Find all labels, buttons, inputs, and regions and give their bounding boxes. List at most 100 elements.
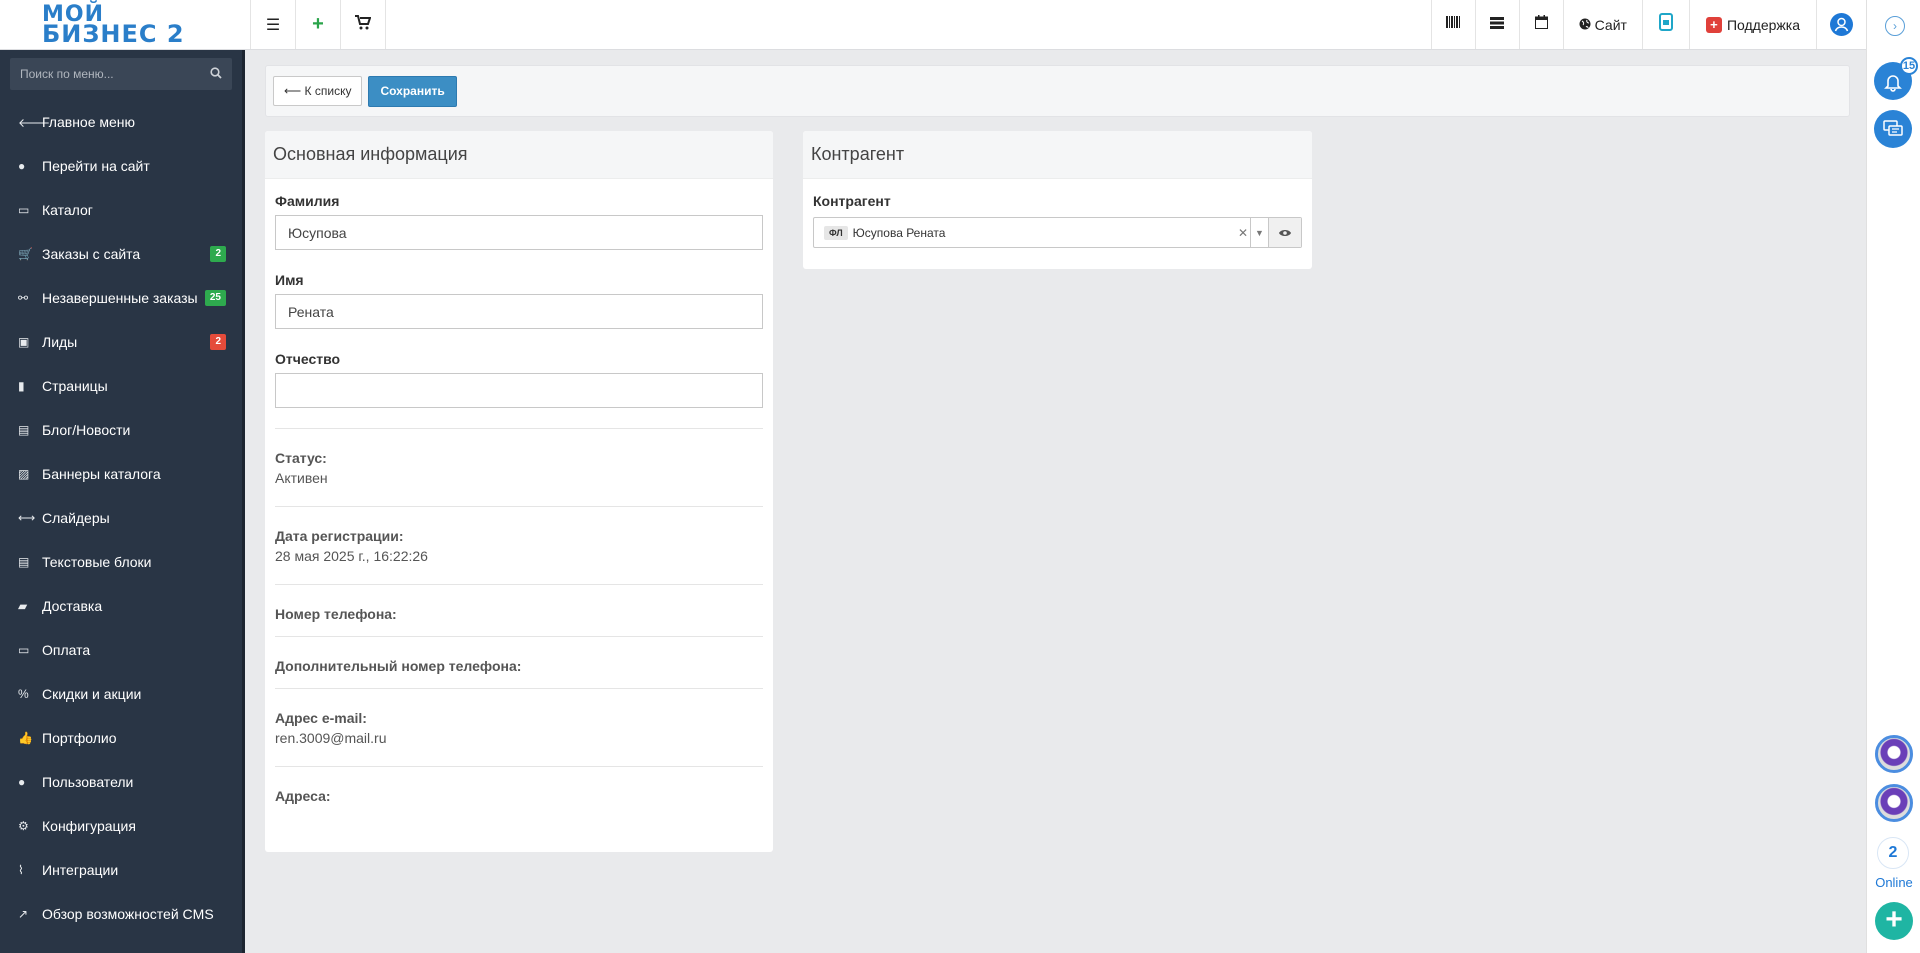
status-label: Статус: (275, 450, 327, 466)
status-value: Активен (275, 470, 328, 486)
divider (275, 584, 763, 585)
sidebar-item[interactable]: 🛒 Заказы с сайта 2 (0, 232, 242, 276)
online-user-avatar[interactable] (1875, 784, 1913, 822)
lastname-field[interactable]: Юсупова (275, 215, 763, 250)
quick-add-button[interactable]: + (295, 0, 340, 49)
lastname-label: Фамилия (275, 193, 340, 209)
sidebar-item[interactable]: ↗ Обзор возможностей CMS (0, 892, 242, 936)
count-badge: 2 (210, 334, 226, 350)
sidebar-item[interactable]: ▤ Текстовые блоки (0, 540, 242, 584)
view-eye-button[interactable] (1268, 218, 1301, 247)
sidebar-item[interactable]: ⚯ Незавершенные заказы 25 (0, 276, 242, 320)
sidebar-item[interactable]: ▰ Доставка (0, 584, 242, 628)
sidebar-item[interactable]: ▮ Страницы (0, 364, 242, 408)
menu-search-input[interactable]: Поиск по меню... (10, 58, 232, 90)
site-link[interactable]: Сайт (1562, 0, 1642, 49)
sidebar-item-label: Обзор возможностей CMS (42, 906, 214, 922)
barcode-button[interactable] (1430, 0, 1475, 49)
sidebar: Поиск по меню... 🡐 Главное меню ● Перейти н… (0, 50, 245, 953)
right-rail: › 15 2 Online + (1866, 0, 1920, 953)
folder-icon: ▭ (18, 203, 30, 217)
list-view-button[interactable] (1474, 0, 1519, 49)
hamburger-icon: ☰ (265, 16, 281, 34)
sidebar-item-label: Незавершенные заказы (42, 290, 198, 306)
menu-search-placeholder: Поиск по меню... (20, 67, 114, 81)
gear-icon: ⚙ (18, 819, 29, 833)
online-user-avatar[interactable] (1875, 735, 1913, 773)
add-widget-button[interactable]: + (1875, 902, 1913, 940)
sidebar-item[interactable]: ● Перейти на сайт (0, 144, 242, 188)
sidebar-item[interactable]: ⌇ Интеграции (0, 848, 242, 892)
sidebar-item[interactable]: 🡐 Главное меню (0, 100, 242, 144)
contragent-type-tag: ФЛ (824, 225, 848, 240)
image-icon: ▨ (18, 467, 30, 481)
save-button[interactable]: Сохранить (368, 75, 457, 107)
text-file-icon: ▤ (18, 555, 30, 569)
firstname-label: Имя (275, 272, 304, 288)
sidebar-item-label: Страницы (42, 378, 108, 394)
firstname-field[interactable]: Рената (275, 294, 763, 329)
calendar-icon (1534, 15, 1548, 34)
sidebar-item[interactable]: % Скидки и акции (0, 672, 242, 716)
contragent-label: Контрагент (813, 193, 891, 209)
sidebar-item[interactable]: ▭ Оплата (0, 628, 242, 672)
clear-icon[interactable]: ✕ (1236, 218, 1250, 247)
sidebar-item[interactable]: 👍 Портфолио (0, 716, 242, 760)
contragent-selected[interactable]: ФЛ Юсупова Рената (814, 218, 1236, 247)
percent-icon: % (18, 687, 29, 701)
top-navbar: МОЙ БИЗНЕС 2 ☰ + Сайт + Поддержка (0, 0, 1866, 50)
line-chart-icon: ↗ (18, 907, 29, 921)
sidebar-item[interactable]: ⚙ Конфигурация (0, 804, 242, 848)
logo-text: МОЙ БИЗНЕС 2 (42, 3, 185, 46)
count-badge: 2 (210, 246, 226, 262)
cart-button[interactable] (340, 0, 385, 49)
user-menu-button[interactable] (1816, 0, 1866, 49)
topbar-spacer (385, 0, 1431, 49)
sidebar-item[interactable]: ▤ Блог/Новости (0, 408, 242, 452)
cart-icon (355, 14, 372, 35)
sidebar-item-label: Баннеры каталога (42, 466, 161, 482)
first-aid-icon: + (1705, 16, 1722, 33)
sidebar-item[interactable]: ▭ Каталог (0, 188, 242, 232)
user-avatar-icon (1830, 13, 1853, 36)
newspaper-icon: ▤ (18, 423, 30, 437)
chevron-down-icon[interactable]: ▼ (1250, 218, 1268, 247)
back-to-list-button[interactable]: ⟵ К списку (273, 76, 363, 106)
chat-button[interactable] (1874, 110, 1912, 148)
divider (275, 688, 763, 689)
sidebar-item-label: Оплата (42, 642, 91, 658)
plus-icon: + (1885, 903, 1903, 936)
sidebar-item[interactable]: ⟷ Слайдеры (0, 496, 242, 540)
sidebar-item-label: Лиды (42, 334, 78, 350)
address-label: Адреса: (275, 788, 331, 804)
sidebar-item[interactable]: ▨ Баннеры каталога (0, 452, 242, 496)
main-info-panel: Основная информация Фамилия Юсупова Имя … (265, 131, 773, 852)
bell-icon (1883, 71, 1903, 93)
divider (275, 506, 763, 507)
notifications-count: 15 (1900, 57, 1918, 75)
file-icon: ▮ (18, 379, 25, 393)
divider (275, 636, 763, 637)
sidebar-item-label: Скидки и акции (42, 686, 142, 702)
support-link[interactable]: + Поддержка (1688, 0, 1816, 49)
logo[interactable]: МОЙ БИЗНЕС 2 (0, 0, 250, 50)
online-count[interactable]: 2 (1877, 837, 1909, 869)
regdate-label: Дата регистрации: (275, 528, 404, 544)
sidebar-item[interactable]: ▣ Лиды 2 (0, 320, 242, 364)
sidebar-item-label: Каталог (42, 202, 93, 218)
notifications-button[interactable]: 15 (1874, 57, 1918, 100)
chevron-right-icon[interactable]: › (1885, 16, 1905, 36)
contragent-panel: Контрагент Контрагент ФЛ Юсупова Рената … (803, 131, 1312, 269)
calendar-button[interactable] (1518, 0, 1563, 49)
divider (275, 428, 763, 429)
online-label: Online (1875, 875, 1913, 890)
middlename-field[interactable] (275, 373, 763, 408)
mobile-app-button[interactable] (1641, 0, 1689, 49)
sidebar-item-label: Перейти на сайт (42, 158, 150, 174)
sidebar-item[interactable]: ● Пользователи (0, 760, 242, 804)
paperclip-icon: ⌇ (18, 863, 24, 877)
contragent-select[interactable]: ФЛ Юсупова Рената ✕ ▼ (813, 217, 1302, 248)
phone2-label: Дополнительный номер телефона: (275, 658, 522, 674)
menu-toggle-button[interactable]: ☰ (250, 0, 295, 49)
email-label: Адрес e-mail: (275, 710, 367, 726)
